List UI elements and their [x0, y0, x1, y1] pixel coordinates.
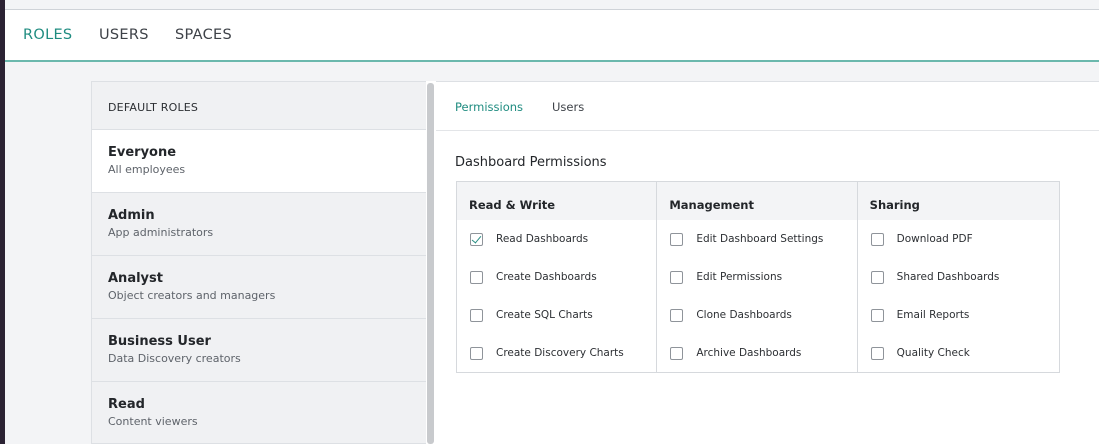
- permission-download-pdf[interactable]: Download PDF: [858, 220, 1059, 258]
- permission-quality-check[interactable]: Quality Check: [858, 334, 1059, 372]
- checkbox[interactable]: [870, 308, 884, 322]
- checkbox[interactable]: [470, 346, 483, 360]
- checkbox[interactable]: [470, 232, 483, 246]
- role-description: All employees: [108, 163, 186, 176]
- nav-tab-spaces[interactable]: SPACES: [175, 27, 232, 43]
- role-description: Object creators and managers: [108, 289, 276, 302]
- checkbox[interactable]: [870, 270, 884, 284]
- role-item-read[interactable]: Read Content viewers: [92, 382, 426, 444]
- permission-label: Email Reports: [896, 309, 970, 321]
- role-name: Read: [108, 397, 145, 412]
- tab-users[interactable]: Users: [552, 100, 584, 114]
- checkbox[interactable]: [870, 232, 884, 246]
- permission-column-sharing: Sharing Download PDF Shared Dashboards E…: [857, 182, 1059, 372]
- permission-label: Download PDF: [896, 233, 973, 245]
- permission-clone-dashboards[interactable]: Clone Dashboards: [657, 296, 856, 334]
- permission-label: Create Discovery Charts: [496, 347, 624, 359]
- column-heading: Management: [657, 182, 857, 220]
- roles-sidebar: DEFAULT ROLES Everyone All employees Adm…: [91, 81, 426, 444]
- scrollbar-thumb[interactable]: [427, 83, 434, 444]
- permission-label: Quality Check: [896, 347, 970, 359]
- tab-permissions[interactable]: Permissions: [455, 100, 523, 114]
- role-description: Data Discovery creators: [108, 352, 241, 365]
- role-description: App administrators: [108, 226, 214, 239]
- permission-column-read-write: Read & Write Read Dashboards Create Dash…: [457, 182, 658, 372]
- checkbox[interactable]: [470, 270, 483, 284]
- role-detail-panel: Permissions Users Dashboard Permissions …: [436, 81, 1099, 444]
- top-bar: [5, 0, 1099, 10]
- role-description: Content viewers: [108, 415, 198, 428]
- role-item-admin[interactable]: Admin App administrators: [92, 193, 426, 256]
- role-name: Everyone: [108, 145, 177, 160]
- permission-label: Create SQL Charts: [496, 309, 593, 321]
- permission-archive-dashboards[interactable]: Archive Dashboards: [657, 334, 856, 372]
- permission-create-dashboards[interactable]: Create Dashboards: [457, 258, 656, 296]
- detail-tabs: Permissions Users: [436, 82, 1099, 131]
- nav-tab-roles[interactable]: ROLES: [23, 27, 72, 43]
- permission-label: Edit Permissions: [696, 271, 783, 283]
- sidebar-scrollbar[interactable]: [426, 81, 436, 444]
- permissions-table: Read & Write Read Dashboards Create Dash…: [456, 181, 1060, 373]
- checkbox[interactable]: [670, 346, 684, 360]
- top-navigation: ROLES USERS SPACES: [5, 10, 1099, 62]
- checkbox[interactable]: [670, 270, 684, 284]
- permission-read-dashboards[interactable]: Read Dashboards: [457, 220, 656, 258]
- permission-label: Clone Dashboards: [696, 309, 792, 321]
- permission-label: Edit Dashboard Settings: [696, 233, 824, 245]
- permission-label: Read Dashboards: [496, 233, 589, 245]
- permission-label: Archive Dashboards: [696, 347, 802, 359]
- permission-label: Shared Dashboards: [896, 271, 1000, 283]
- checkbox[interactable]: [470, 308, 483, 322]
- section-title: Dashboard Permissions: [455, 155, 607, 170]
- role-item-analyst[interactable]: Analyst Object creators and managers: [92, 256, 426, 319]
- permission-label: Create Dashboards: [496, 271, 597, 283]
- permission-create-discovery-charts[interactable]: Create Discovery Charts: [457, 334, 656, 372]
- permission-column-management: Management Edit Dashboard Settings Edit …: [657, 182, 858, 372]
- permission-shared-dashboards[interactable]: Shared Dashboards: [858, 258, 1059, 296]
- permission-edit-permissions[interactable]: Edit Permissions: [657, 258, 856, 296]
- role-name: Business User: [108, 334, 211, 349]
- column-heading: Read & Write: [457, 182, 657, 220]
- permission-edit-dashboard-settings[interactable]: Edit Dashboard Settings: [657, 220, 856, 258]
- role-name: Admin: [108, 208, 155, 223]
- checkbox[interactable]: [870, 346, 884, 360]
- permission-create-sql-charts[interactable]: Create SQL Charts: [457, 296, 656, 334]
- window-edge: [0, 0, 5, 444]
- sidebar-title: DEFAULT ROLES: [92, 82, 426, 130]
- checkbox[interactable]: [670, 232, 684, 246]
- permission-email-reports[interactable]: Email Reports: [858, 296, 1059, 334]
- nav-tab-users[interactable]: USERS: [99, 27, 149, 43]
- role-name: Analyst: [108, 271, 163, 286]
- column-heading: Sharing: [857, 182, 1059, 220]
- checkbox[interactable]: [670, 308, 684, 322]
- role-item-everyone[interactable]: Everyone All employees: [92, 130, 426, 193]
- role-item-business-user[interactable]: Business User Data Discovery creators: [92, 319, 426, 382]
